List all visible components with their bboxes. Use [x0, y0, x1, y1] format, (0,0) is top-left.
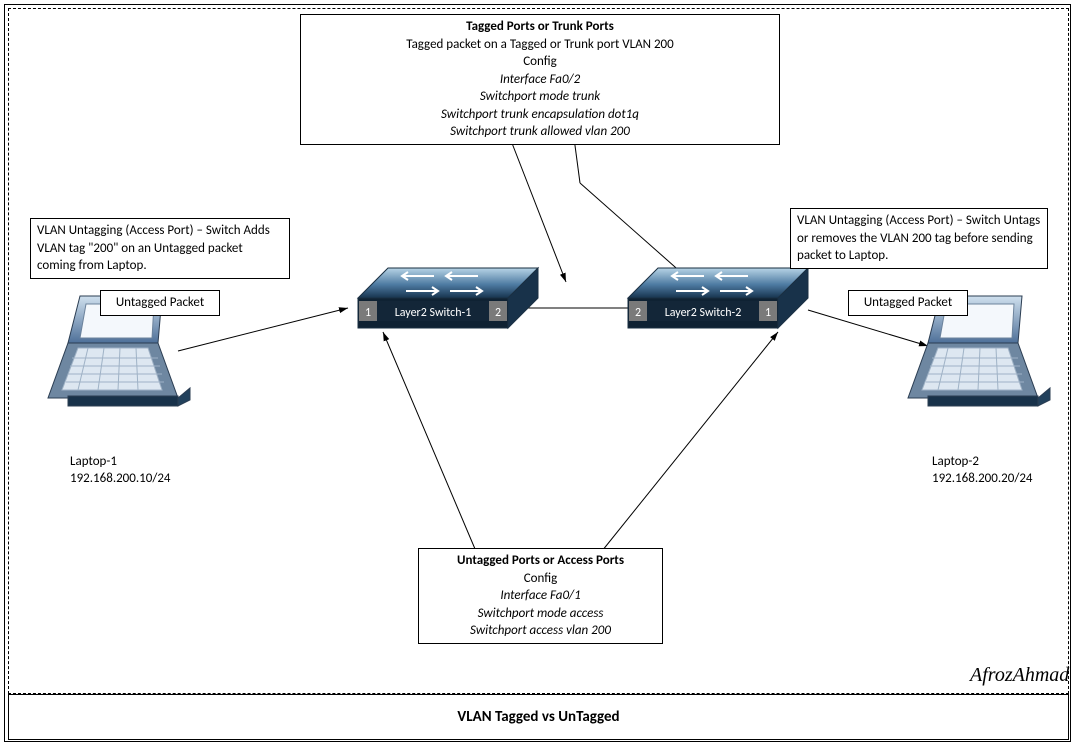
- left-note-text: VLAN Untagging (Access Port) – Switch Ad…: [37, 222, 283, 275]
- tagged-line1: Tagged packet on a Tagged or Trunk port …: [307, 36, 773, 54]
- switch2-icon: 2 Layer2 Switch-2 1: [628, 268, 808, 328]
- tagged-ports-box: Tagged Ports or Trunk Ports Tagged packe…: [300, 14, 780, 145]
- untagged-cfg2: Switchport mode access: [425, 605, 656, 623]
- left-note-box: VLAN Untagging (Access Port) – Switch Ad…: [30, 218, 290, 279]
- untagged-header: Untagged Ports or Access Ports: [425, 552, 656, 570]
- laptop1-ip: 192.168.200.10/24: [70, 471, 171, 488]
- packet-left-box: Untagged Packet: [100, 290, 220, 316]
- laptop2-name: Laptop-2: [932, 454, 1033, 471]
- switch2-port-right: 1: [765, 306, 771, 320]
- switch1-name: Layer2 Switch-1: [395, 306, 472, 320]
- tagged-line2: Config: [307, 53, 773, 71]
- switch2-port-left: 2: [635, 306, 641, 320]
- arrow-bot-to-sw1: [383, 332, 478, 556]
- switch2-name: Layer2 Switch-2: [665, 306, 742, 320]
- arrow-top-to-sw1: [510, 138, 566, 282]
- laptop1-label: Laptop-1 192.168.200.10/24: [70, 454, 171, 488]
- tagged-header: Tagged Ports or Trunk Ports: [307, 18, 773, 36]
- laptop2-label: Laptop-2 192.168.200.20/24: [932, 454, 1033, 488]
- switch1-icon: 1 Layer2 Switch-1 2: [358, 268, 538, 328]
- untagged-line2: Config: [425, 570, 656, 588]
- laptop2-ip: 192.168.200.20/24: [932, 471, 1033, 488]
- untagged-cfg1: Interface Fa0/1: [425, 587, 656, 605]
- tagged-cfg3: Switchport trunk encapsulation dot1q: [307, 106, 773, 124]
- tagged-cfg4: Switchport trunk allowed vlan 200: [307, 123, 773, 141]
- tagged-cfg2: Switchport mode trunk: [307, 88, 773, 106]
- diagram-title: VLAN Tagged vs UnTagged: [8, 694, 1069, 740]
- tagged-cfg1: Interface Fa0/2: [307, 71, 773, 89]
- laptop1-name: Laptop-1: [70, 454, 171, 471]
- arrow-top-to-sw2-b: [580, 183, 692, 282]
- switch1-port2: 2: [495, 306, 501, 320]
- packet-right-box: Untagged Packet: [848, 290, 968, 316]
- arrow-bot-to-sw2: [598, 332, 778, 556]
- right-note-text: VLAN Untagging (Access Port) – Switch Un…: [797, 212, 1041, 265]
- title-text: VLAN Tagged vs UnTagged: [457, 708, 619, 726]
- packet-right-text: Untagged Packet: [864, 295, 952, 310]
- switch1-port1: 1: [365, 306, 371, 320]
- right-note-box: VLAN Untagging (Access Port) – Switch Un…: [790, 208, 1048, 269]
- untagged-cfg3: Switchport access vlan 200: [425, 622, 656, 640]
- untagged-ports-box: Untagged Ports or Access Ports Config In…: [418, 548, 663, 644]
- packet-left-text: Untagged Packet: [116, 295, 204, 310]
